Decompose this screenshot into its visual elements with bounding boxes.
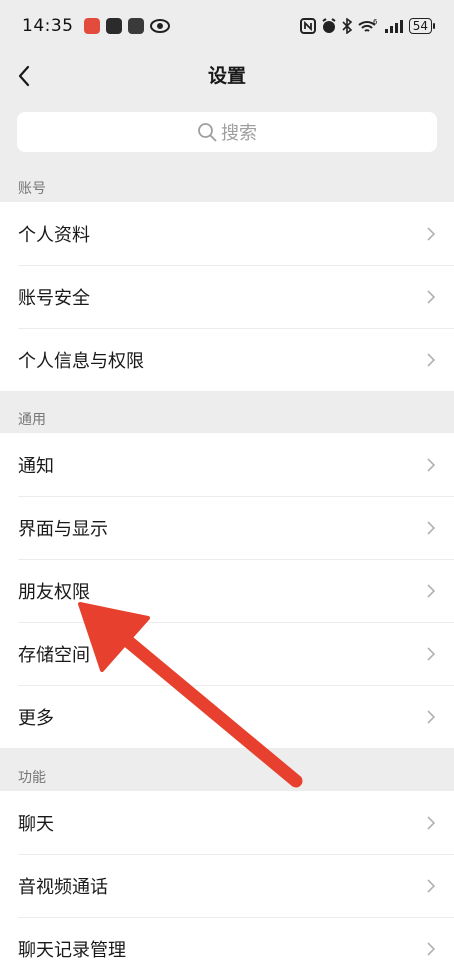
- settings-item-profile[interactable]: 个人资料: [0, 202, 454, 265]
- status-bar: 14:35 6 54: [0, 0, 454, 52]
- chevron-right-icon: [427, 815, 436, 830]
- settings-item-label: 存储空间: [18, 644, 90, 666]
- chevron-right-icon: [427, 289, 436, 304]
- settings-item-label: 个人信息与权限: [18, 350, 144, 372]
- settings-item-display[interactable]: 界面与显示: [0, 496, 454, 559]
- battery-icon: 54: [408, 18, 436, 34]
- settings-item-chat[interactable]: 聊天: [0, 791, 454, 854]
- dark-app-icon: [105, 18, 122, 34]
- group-general: 通知 界面与显示 朋友权限 存储空间 更多: [0, 433, 454, 748]
- nav-bar: 设置: [0, 52, 454, 100]
- settings-item-storage[interactable]: 存储空间: [0, 622, 454, 685]
- dark-app-icon-2: [127, 18, 144, 34]
- svg-text:6: 6: [373, 18, 378, 26]
- status-right: 6 54: [299, 18, 436, 34]
- group-features: 聊天 音视频通话 聊天记录管理: [0, 791, 454, 980]
- chevron-right-icon: [427, 226, 436, 241]
- group-account: 个人资料 账号安全 个人信息与权限: [0, 202, 454, 391]
- chevron-right-icon: [427, 352, 436, 367]
- wifi-6-icon: 6: [357, 18, 379, 34]
- search-input[interactable]: 搜索: [17, 112, 437, 152]
- section-label-account: 账号: [18, 181, 46, 197]
- signal-icon: [384, 19, 404, 33]
- chevron-right-icon: [427, 878, 436, 893]
- settings-item-label: 聊天: [18, 813, 54, 835]
- settings-item-label: 音视频通话: [18, 876, 108, 898]
- settings-item-account-security[interactable]: 账号安全: [0, 265, 454, 328]
- settings-item-label: 账号安全: [18, 287, 90, 309]
- settings-item-label: 聊天记录管理: [18, 939, 126, 961]
- chevron-right-icon: [427, 457, 436, 472]
- alarm-icon: [321, 18, 337, 34]
- settings-item-label: 通知: [18, 455, 54, 477]
- settings-item-label: 界面与显示: [18, 518, 108, 540]
- eye-icon: [149, 19, 170, 33]
- section-label-features: 功能: [18, 770, 46, 786]
- search-placeholder: 搜索: [221, 123, 257, 144]
- chevron-right-icon: [427, 941, 436, 956]
- settings-item-label: 朋友权限: [18, 581, 90, 603]
- settings-item-friend-permissions[interactable]: 朋友权限: [0, 559, 454, 622]
- search-icon: [197, 122, 217, 142]
- section-label-general: 通用: [18, 412, 46, 428]
- chevron-right-icon: [427, 709, 436, 724]
- chevron-right-icon: [427, 520, 436, 535]
- status-time: 14:35: [22, 16, 74, 36]
- settings-item-label: 个人资料: [18, 224, 90, 246]
- page-title: 设置: [207, 65, 246, 87]
- status-left: 14:35: [22, 16, 170, 36]
- chevron-right-icon: [427, 646, 436, 661]
- chevron-right-icon: [427, 583, 436, 598]
- red-app-icon: [83, 18, 100, 34]
- nfc-icon: [299, 18, 316, 34]
- settings-item-notifications[interactable]: 通知: [0, 433, 454, 496]
- bluetooth-icon: [342, 18, 352, 34]
- settings-item-more[interactable]: 更多: [0, 685, 454, 748]
- settings-item-chat-history[interactable]: 聊天记录管理: [0, 917, 454, 980]
- settings-item-personal-info[interactable]: 个人信息与权限: [0, 328, 454, 391]
- settings-item-av-calls[interactable]: 音视频通话: [0, 854, 454, 917]
- settings-item-label: 更多: [18, 707, 54, 729]
